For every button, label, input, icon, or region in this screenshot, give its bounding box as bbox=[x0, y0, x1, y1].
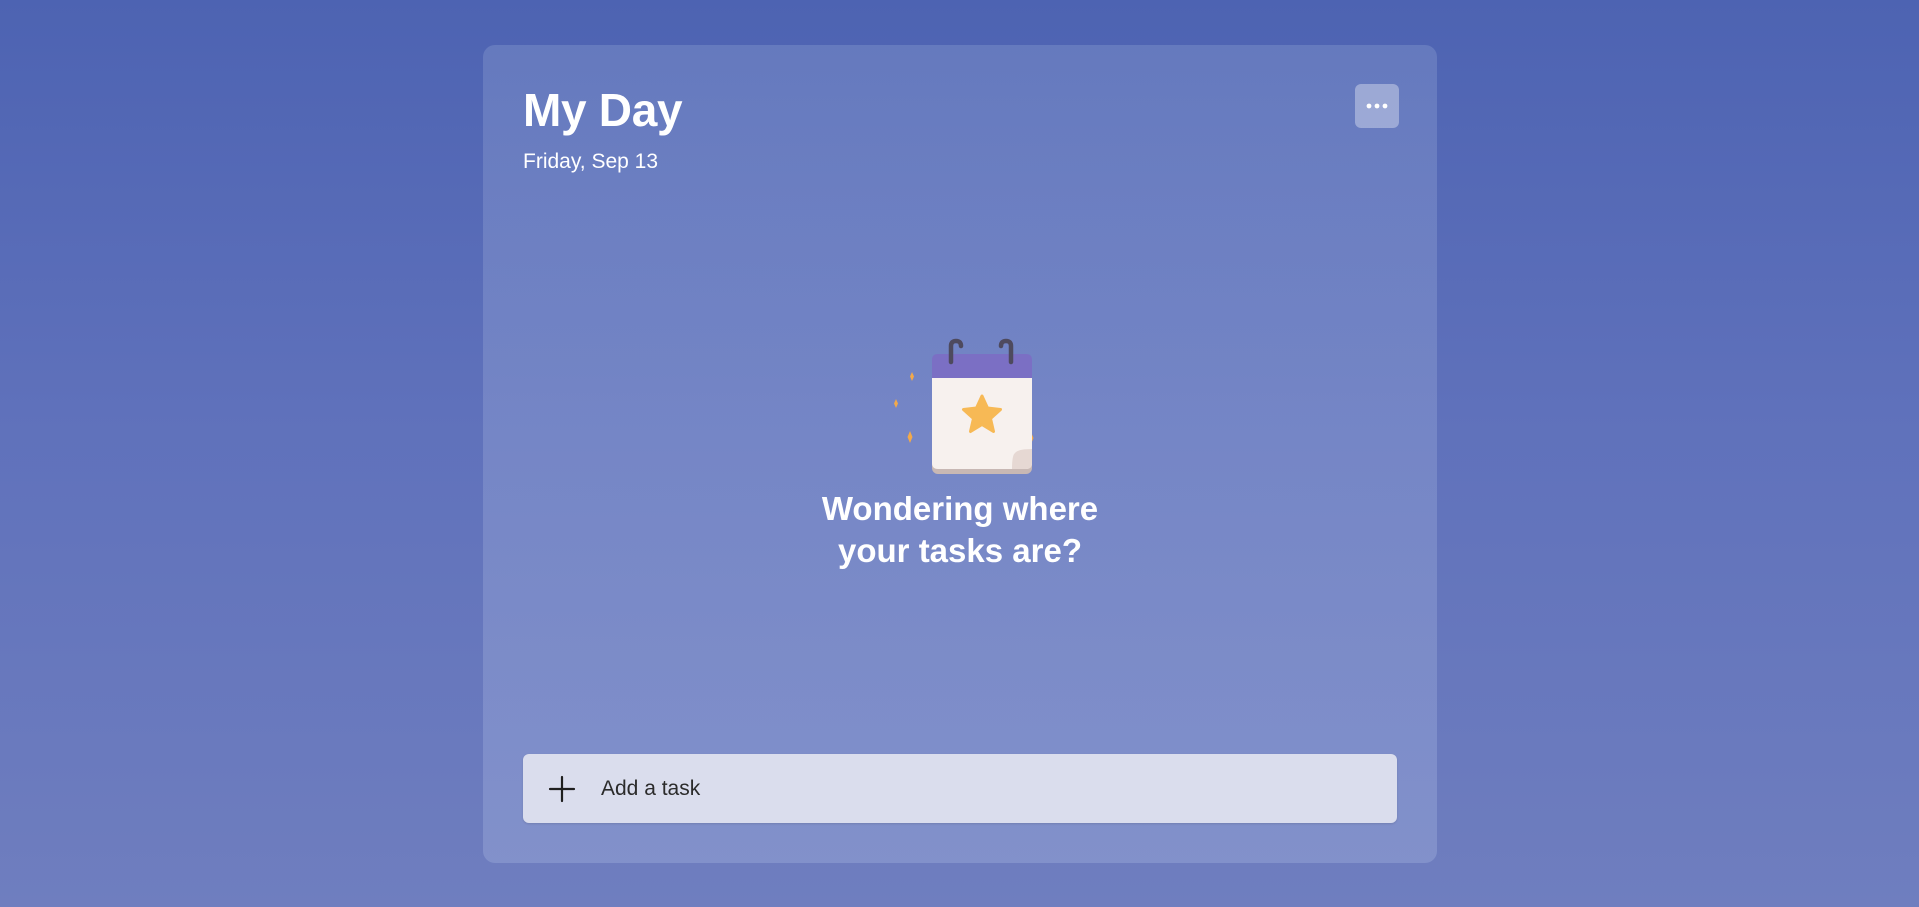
my-day-panel: My Day Friday, Sep 13 Wondering where yo… bbox=[483, 45, 1437, 863]
add-task-input[interactable] bbox=[601, 754, 1397, 823]
page-title: My Day bbox=[523, 84, 683, 136]
more-horizontal-icon bbox=[1366, 103, 1388, 109]
add-task-bar[interactable] bbox=[523, 754, 1397, 823]
empty-state-line-2: your tasks are? bbox=[838, 532, 1082, 569]
calendar-star-icon bbox=[894, 338, 1034, 474]
more-options-button[interactable] bbox=[1355, 84, 1399, 128]
empty-state-illustration bbox=[881, 332, 1041, 482]
empty-state-message: Wondering where your tasks are? bbox=[483, 488, 1437, 572]
empty-state-line-1: Wondering where bbox=[821, 490, 1099, 527]
plus-icon[interactable] bbox=[547, 774, 577, 804]
current-date: Friday, Sep 13 bbox=[523, 150, 659, 173]
